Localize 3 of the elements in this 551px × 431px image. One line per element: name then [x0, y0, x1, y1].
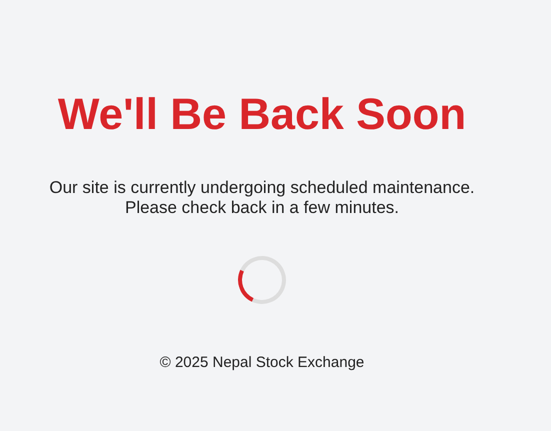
copyright-text: © 2025 Nepal Stock Exchange [160, 354, 364, 372]
page-heading: We'll Be Back Soon [58, 89, 466, 141]
maintenance-message: Our site is currently undergoing scheduled maintenance. Please check back in a few minutes. [49, 178, 475, 218]
